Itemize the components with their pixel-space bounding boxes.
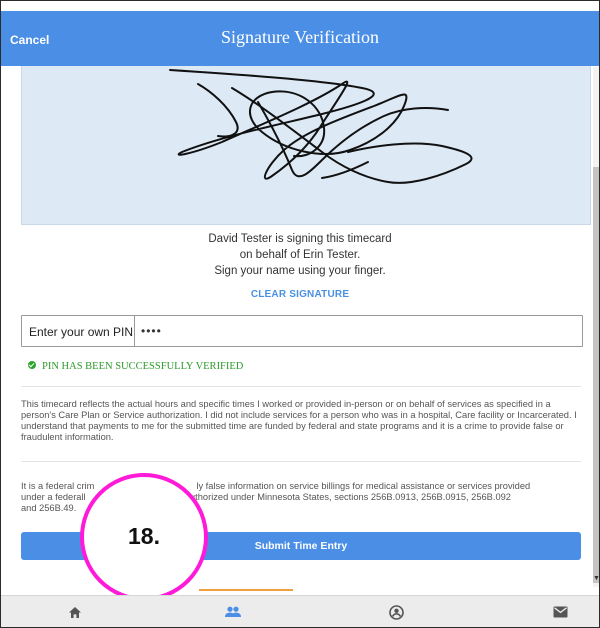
account-icon[interactable]: [385, 602, 407, 622]
step-number: 18.: [128, 523, 160, 549]
people-icon[interactable]: [222, 602, 244, 622]
verification-text: PIN HAS BEEN SUCCESSFULLY VERIFIED: [42, 361, 244, 372]
mail-icon[interactable]: [549, 602, 571, 622]
sign-instruction: Sign your name using your finger.: [214, 265, 386, 277]
divider: [21, 386, 581, 387]
step-callout: 18.: [80, 473, 208, 601]
active-tab-indicator: [199, 589, 293, 591]
header-bar: Cancel Signature Verification: [1, 11, 599, 66]
crime-text-c: under a federall: [21, 492, 86, 502]
scroll-down-arrow-icon[interactable]: ▼: [593, 575, 599, 583]
app-frame: Cancel Signature Verification David Test…: [0, 0, 600, 628]
signature-pad[interactable]: [21, 66, 591, 225]
check-circle-icon: [28, 361, 36, 369]
pin-label: Enter your own PIN: [29, 325, 134, 339]
pin-row: Enter your own PIN: [21, 315, 583, 347]
home-icon[interactable]: [64, 602, 86, 622]
crime-text-b: ly false information on service billings…: [196, 481, 531, 491]
page-title: Signature Verification: [220, 27, 380, 47]
crime-text-a: It is a federal crim: [21, 481, 95, 491]
clear-signature-link[interactable]: CLEAR SIGNATURE: [1, 289, 599, 300]
pin-input[interactable]: [134, 316, 580, 346]
timecard-attestation: This timecard reflects the actual hours …: [21, 399, 577, 442]
crime-text-d: s authorized under Minnesota States, sec…: [177, 492, 511, 502]
behalf-text: on behalf of Erin Tester.: [239, 249, 361, 261]
bottom-nav: [1, 595, 599, 627]
scrollbar-thumb[interactable]: [593, 167, 599, 583]
signer-text: David Tester is signing this timecard: [208, 233, 392, 245]
verification-status: PIN HAS BEEN SUCCESSFULLY VERIFIED: [28, 361, 243, 372]
crime-text-e: and 256B.49.: [21, 503, 77, 513]
divider: [21, 461, 581, 462]
signature-strokes: [169, 69, 473, 184]
